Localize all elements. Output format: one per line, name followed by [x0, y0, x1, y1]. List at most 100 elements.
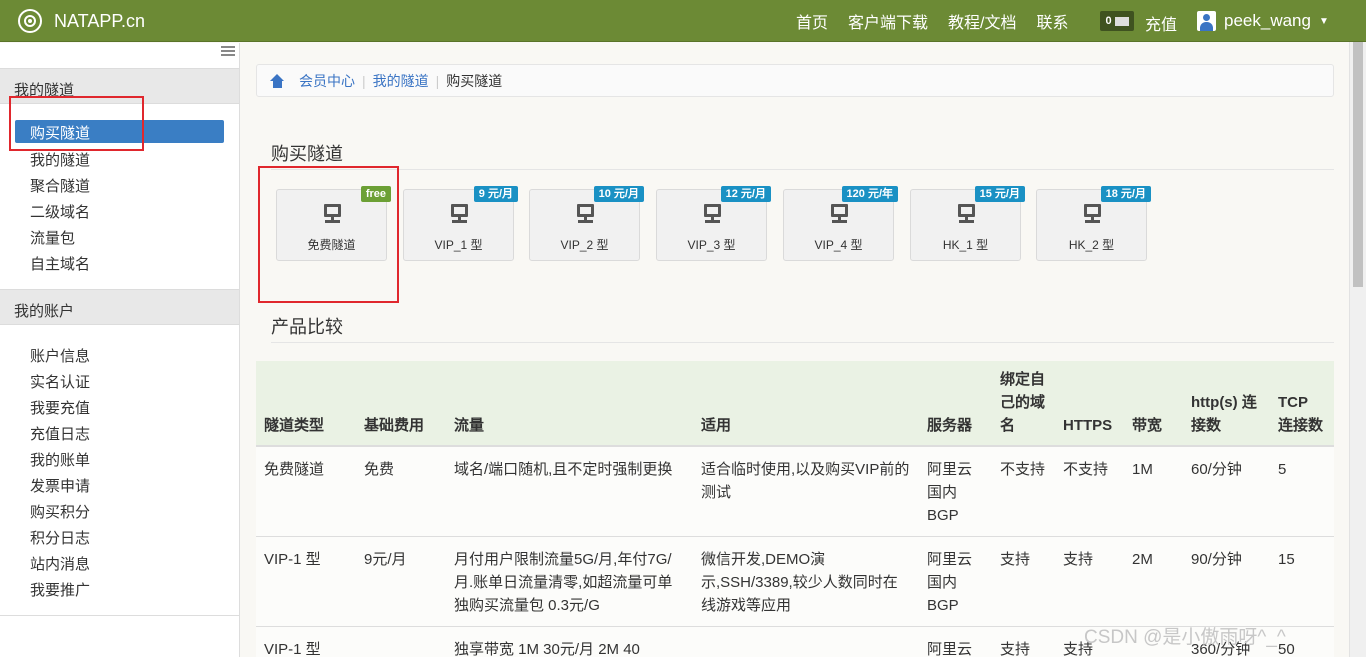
- table-cell: 9元/月: [356, 536, 446, 627]
- table-cell: 月付用户限制流量5G/月,年付7G/月.账单日流量清零,如超流量可单独购买流量包…: [446, 536, 693, 627]
- recharge-link[interactable]: 充值: [1145, 11, 1177, 35]
- table-cell: 60/分钟: [1183, 446, 1270, 537]
- price-badge: 120 元/年: [841, 186, 898, 202]
- sidebar-divider: [0, 615, 239, 616]
- nav-contact[interactable]: 联系: [1036, 9, 1068, 33]
- sidebar-item-recharge[interactable]: 我要充值: [30, 397, 90, 418]
- home-icon[interactable]: [270, 73, 285, 88]
- tunnel-card-hk1[interactable]: 15 元/月 HK_1 型: [910, 186, 1025, 261]
- th-usage: 适用: [693, 361, 919, 447]
- th-bind-domain: 绑定自己的域名: [992, 361, 1055, 447]
- tunnel-card-vip2[interactable]: 10 元/月 VIP_2 型: [529, 186, 644, 261]
- desktop-icon: [1084, 204, 1101, 221]
- table-cell: 微信开发,DEMO演示,SSH/3389,较少人数同时在线游戏等应用: [693, 536, 919, 627]
- brand-name: NATAPP.cn: [54, 10, 146, 31]
- sidebar-toggle-icon[interactable]: [221, 46, 235, 56]
- sidebar-item-aggregate-tunnel[interactable]: 聚合隧道: [30, 175, 90, 196]
- sidebar-item-custom-domain[interactable]: 自主域名: [30, 253, 90, 274]
- table-cell: 支持: [992, 626, 1055, 657]
- breadcrumb-buy-tunnel: 购买隧道: [446, 72, 503, 89]
- tunnel-card-hk2[interactable]: 18 元/月 HK_2 型: [1036, 186, 1151, 261]
- table-cell: 2M: [1124, 536, 1183, 627]
- table-cell: VIP-1 型: [256, 626, 356, 657]
- table-cell: 15: [1270, 536, 1334, 627]
- logo-icon: [18, 9, 42, 33]
- tunnel-card-vip3[interactable]: 12 元/月 VIP_3 型: [656, 186, 771, 261]
- price-badge: 9 元/月: [473, 186, 518, 202]
- table-cell: 5: [1270, 446, 1334, 537]
- title-divider: [271, 169, 1334, 170]
- tunnel-name: HK_2 型: [1068, 238, 1115, 252]
- tunnel-name: HK_1 型: [942, 238, 989, 252]
- table-cell: 免费隧道: [256, 446, 356, 537]
- price-badge: 15 元/月: [974, 186, 1025, 202]
- table-cell: VIP-1 型: [256, 536, 356, 627]
- desktop-icon: [704, 204, 721, 221]
- sidebar-item-promote[interactable]: 我要推广: [30, 579, 90, 600]
- username: peek_wang: [1224, 11, 1311, 30]
- top-navbar: NATAPP.cn 首页 客户端下载 教程/文档 联系 0 充值 peek_wa…: [0, 0, 1366, 42]
- th-https: HTTPS: [1055, 361, 1124, 447]
- compare-title: 产品比较: [271, 317, 343, 337]
- th-type: 隧道类型: [256, 361, 356, 447]
- sidebar-item-traffic-pack[interactable]: 流量包: [30, 227, 75, 248]
- sidebar-item-recharge-log[interactable]: 充值日志: [30, 423, 90, 444]
- desktop-icon: [958, 204, 975, 221]
- price-badge: 10 元/月: [593, 186, 644, 202]
- table-cell: 不支持: [992, 446, 1055, 537]
- price-badge: 18 元/月: [1100, 186, 1151, 202]
- desktop-icon: [451, 204, 468, 221]
- breadcrumb-separator: |: [362, 72, 366, 89]
- table-cell: 支持: [1055, 536, 1124, 627]
- sidebar-item-invoice[interactable]: 发票申请: [30, 475, 90, 496]
- nav-tutorial-docs[interactable]: 教程/文档: [948, 9, 1016, 33]
- table-cell: [356, 626, 446, 657]
- message-count: 0: [1105, 15, 1112, 27]
- th-http-conn: http(s) 连接数: [1183, 361, 1270, 447]
- envelope-icon: [1114, 16, 1129, 26]
- th-traffic: 流量: [446, 361, 693, 447]
- th-base-fee: 基础费用: [356, 361, 446, 447]
- sidebar-item-messages[interactable]: 站内消息: [30, 553, 90, 574]
- user-icon: [1197, 11, 1216, 31]
- watermark: CSDN @是小傲雨呀^_^: [1084, 627, 1286, 648]
- th-tcp-conn: TCP 连接数: [1270, 361, 1334, 447]
- nav-links: 首页 客户端下载 教程/文档 联系: [786, 0, 1079, 42]
- breadcrumb-my-tunnels[interactable]: 我的隧道: [373, 71, 429, 91]
- brand-link[interactable]: NATAPP.cn: [18, 7, 145, 35]
- table-cell: 支持: [992, 536, 1055, 627]
- caret-down-icon: ▼: [1318, 15, 1329, 27]
- user-menu[interactable]: peek_wang ▼: [1197, 8, 1329, 34]
- compare-divider: [271, 342, 1334, 343]
- desktop-icon: [577, 204, 594, 221]
- table-cell: 1M: [1124, 446, 1183, 537]
- table-cell: 免费: [356, 446, 446, 537]
- table-cell: 阿里云: [919, 626, 992, 657]
- nav-home[interactable]: 首页: [796, 9, 828, 33]
- tunnel-card-vip4[interactable]: 120 元/年 VIP_4 型: [783, 186, 898, 261]
- message-badge[interactable]: 0: [1100, 11, 1134, 31]
- vertical-scrollbar[interactable]: [1349, 42, 1366, 657]
- tunnel-name: VIP_2 型: [560, 238, 609, 252]
- sidebar-item-subdomain[interactable]: 二级域名: [30, 201, 90, 222]
- nav-client-download[interactable]: 客户端下载: [848, 9, 928, 33]
- desktop-icon: [831, 204, 848, 221]
- sidebar-item-my-bills[interactable]: 我的账单: [30, 449, 90, 470]
- tunnel-name: VIP_3 型: [687, 238, 736, 252]
- th-server: 服务器: [919, 361, 992, 447]
- sidebar-item-buy-points[interactable]: 购买积分: [30, 501, 90, 522]
- breadcrumb-member-center[interactable]: 会员中心: [299, 71, 355, 91]
- section-my-account: 我的账户: [0, 289, 239, 325]
- buy-tunnel-title: 购买隧道: [271, 144, 343, 164]
- highlight-box-free-tunnel: [258, 166, 399, 303]
- sidebar-item-real-name[interactable]: 实名认证: [30, 371, 90, 392]
- sidebar-item-account-info[interactable]: 账户信息: [30, 345, 90, 366]
- comparison-table: 隧道类型 基础费用 流量 适用 服务器 绑定自己的域名 HTTPS 带宽 htt…: [256, 361, 1334, 657]
- scrollbar-thumb[interactable]: [1353, 42, 1363, 287]
- tunnel-card-vip1[interactable]: 9 元/月 VIP_1 型: [403, 186, 518, 261]
- table-header-row: 隧道类型 基础费用 流量 适用 服务器 绑定自己的域名 HTTPS 带宽 htt…: [256, 361, 1334, 447]
- table-cell: 阿里云国内BGP: [919, 536, 992, 627]
- sidebar-item-points-log[interactable]: 积分日志: [30, 527, 90, 548]
- sidebar-item-my-tunnels[interactable]: 我的隧道: [30, 149, 90, 170]
- table-cell: 不支持: [1055, 446, 1124, 537]
